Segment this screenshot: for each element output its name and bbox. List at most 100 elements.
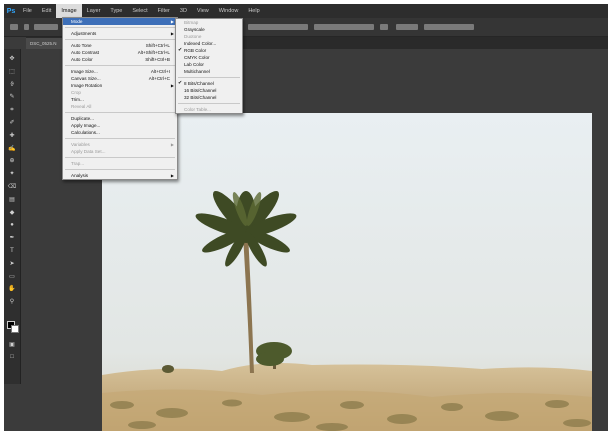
menu-item-label: Calculations... — [71, 130, 100, 135]
menu-item-label: Reveal All — [71, 104, 92, 109]
menu-item-duotone: Duotone — [176, 33, 242, 40]
menu-item-auto-contrast[interactable]: Auto Contrast Alt+Shift+Ctrl+L — [63, 49, 177, 56]
image-menu-dropdown: Mode ▶ Adjustments ▶ Auto Tone Shift+Ctrl+L Au… — [62, 17, 178, 180]
menu-item-label: Apply Image... — [71, 123, 101, 128]
marquee-tool-icon[interactable]: ⬚ — [8, 68, 16, 76]
submenu-arrow-icon: ▶ — [170, 19, 174, 24]
move-tool-icon[interactable]: ✥ — [8, 55, 16, 63]
submenu-arrow-icon: ▶ — [170, 142, 174, 147]
menu-item-adjustments[interactable]: Adjustments ▶ — [63, 30, 177, 37]
shape-tool-icon[interactable]: ▭ — [8, 273, 16, 281]
menu-item-32-bits-channel[interactable]: 32 Bits/Channel — [176, 94, 242, 101]
screen-mode-icon[interactable]: □ — [8, 353, 16, 361]
checkmark-icon: ✔ — [178, 47, 183, 53]
menu-item-8-bits-channel[interactable]: ✔ 8 Bits/Channel — [176, 80, 242, 87]
clone-stamp-tool-icon[interactable]: ⊕ — [8, 157, 16, 165]
menu-item-trim[interactable]: Trim... — [63, 96, 177, 103]
menu-item-label: 8 Bits/Channel — [184, 81, 214, 86]
quick-mask-icon[interactable]: ▣ — [8, 341, 16, 349]
hand-tool-icon[interactable]: ✋ — [8, 285, 16, 293]
pen-tool-icon[interactable]: ✒ — [8, 234, 16, 242]
history-brush-tool-icon[interactable]: ✦ — [8, 170, 16, 178]
menu-layer[interactable]: Layer — [82, 4, 106, 18]
menu-view[interactable]: View — [192, 4, 214, 18]
menu-item-color-table: Color Table... — [176, 106, 242, 113]
crop-tool-icon[interactable]: ⌗ — [8, 106, 16, 114]
menu-item-label: Lab Color — [184, 62, 204, 67]
menu-item-auto-color[interactable]: Auto Color Shift+Ctrl+B — [63, 56, 177, 63]
background-color-swatch[interactable] — [11, 325, 19, 333]
menu-window[interactable]: Window — [214, 4, 244, 18]
menu-item-label: Image Rotation — [71, 83, 103, 88]
menu-separator — [65, 169, 175, 170]
menu-item-rgb-color[interactable]: ✔ RGB Color — [176, 47, 242, 54]
menu-file[interactable]: File — [18, 4, 37, 18]
menu-item-grayscale[interactable]: Grayscale — [176, 26, 242, 33]
menu-item-analysis[interactable]: Analysis ▶ — [63, 172, 177, 179]
mode-submenu: Bitmap Grayscale Duotone Indexed Color... ✔ R… — [175, 18, 243, 114]
menu-item-label: Bitmap — [184, 20, 199, 25]
toolbox: ✥ ⬚ ϑ ✎ ⌗ ✐ ✚ ✍ ⊕ ✦ ⌫ ▤ ◆ ● ✒ T ➤ ▭ ✋ ⚲ ▣ □ — [4, 49, 21, 384]
menu-item-label: Trim... — [71, 97, 84, 102]
menu-item-canvas-size[interactable]: Canvas Size... Alt+Ctrl+C — [63, 75, 177, 82]
quick-select-tool-icon[interactable]: ✎ — [8, 93, 16, 101]
menu-item-label: Indexed Color... — [184, 41, 217, 46]
auto-select-dropdown[interactable] — [34, 24, 58, 30]
menu-item-calculations[interactable]: Calculations... — [63, 129, 177, 136]
menu-item-lab-color[interactable]: Lab Color — [176, 61, 242, 68]
eraser-tool-icon[interactable]: ⌫ — [8, 183, 16, 191]
menu-item-cmyk-color[interactable]: CMYK Color — [176, 54, 242, 61]
auto-align-button[interactable] — [380, 24, 388, 30]
checkmark-icon: ✔ — [178, 80, 183, 86]
menu-separator — [65, 39, 175, 40]
menu-item-image-rotation[interactable]: Image Rotation ▶ — [63, 82, 177, 89]
menu-item-mode[interactable]: Mode ▶ — [63, 18, 177, 25]
auto-select-checkbox[interactable] — [24, 24, 29, 30]
menu-item-label: Auto Contrast — [71, 50, 100, 55]
lasso-tool-icon[interactable]: ϑ — [8, 81, 16, 89]
menu-item-apply-image[interactable]: Apply Image... — [63, 122, 177, 129]
distribute-buttons-group[interactable] — [314, 24, 374, 30]
3d-mode-dropdown[interactable] — [396, 24, 418, 30]
menu-filter[interactable]: Filter — [153, 4, 175, 18]
move-tool-preset-icon[interactable] — [10, 24, 18, 30]
menu-item-label: Variables — [71, 142, 90, 147]
menu-item-auto-tone[interactable]: Auto Tone Shift+Ctrl+L — [63, 42, 177, 49]
menu-item-multichannel[interactable]: Multichannel — [176, 68, 242, 75]
path-select-tool-icon[interactable]: ➤ — [8, 260, 16, 268]
menu-3d[interactable]: 3D — [175, 4, 192, 18]
menu-separator — [65, 112, 175, 113]
blur-tool-icon[interactable]: ◆ — [8, 209, 16, 217]
menu-item-label: Image Size... — [71, 69, 98, 74]
menu-separator — [65, 157, 175, 158]
3d-mode-buttons[interactable] — [424, 24, 474, 30]
menu-help[interactable]: Help — [243, 4, 264, 18]
dodge-tool-icon[interactable]: ● — [8, 221, 16, 229]
healing-brush-tool-icon[interactable]: ✚ — [8, 132, 16, 140]
menu-item-label: Duplicate... — [71, 116, 94, 121]
menu-item-16-bits-channel[interactable]: 16 Bits/Channel — [176, 87, 242, 94]
menu-image[interactable]: Image — [56, 4, 82, 18]
brush-tool-icon[interactable]: ✍ — [8, 145, 16, 153]
menu-item-label: Auto Color — [71, 57, 93, 62]
type-tool-icon[interactable]: T — [8, 247, 16, 255]
align-buttons-group[interactable] — [248, 24, 308, 30]
menu-item-indexed-color[interactable]: Indexed Color... — [176, 40, 242, 47]
menu-item-label: Duotone — [184, 34, 202, 39]
menu-item-bitmap: Bitmap — [176, 19, 242, 26]
menu-item-reveal-all: Reveal All — [63, 103, 177, 110]
menu-item-duplicate[interactable]: Duplicate... — [63, 115, 177, 122]
menu-item-label: Mode — [71, 19, 83, 24]
menu-item-label: 32 Bits/Channel — [184, 95, 217, 100]
menu-type[interactable]: Type — [105, 4, 127, 18]
eyedropper-tool-icon[interactable]: ✐ — [8, 119, 16, 127]
zoom-tool-icon[interactable]: ⚲ — [8, 298, 16, 306]
menu-item-image-size[interactable]: Image Size... Alt+Ctrl+I — [63, 68, 177, 75]
menu-item-label: RGB Color — [184, 48, 207, 53]
submenu-arrow-icon: ▶ — [170, 31, 174, 36]
menu-edit[interactable]: Edit — [37, 4, 56, 18]
menu-item-label: Crop — [71, 90, 81, 95]
menu-item-trap: Trap... — [63, 160, 177, 167]
menu-select[interactable]: Select — [127, 4, 152, 18]
gradient-tool-icon[interactable]: ▤ — [8, 196, 16, 204]
